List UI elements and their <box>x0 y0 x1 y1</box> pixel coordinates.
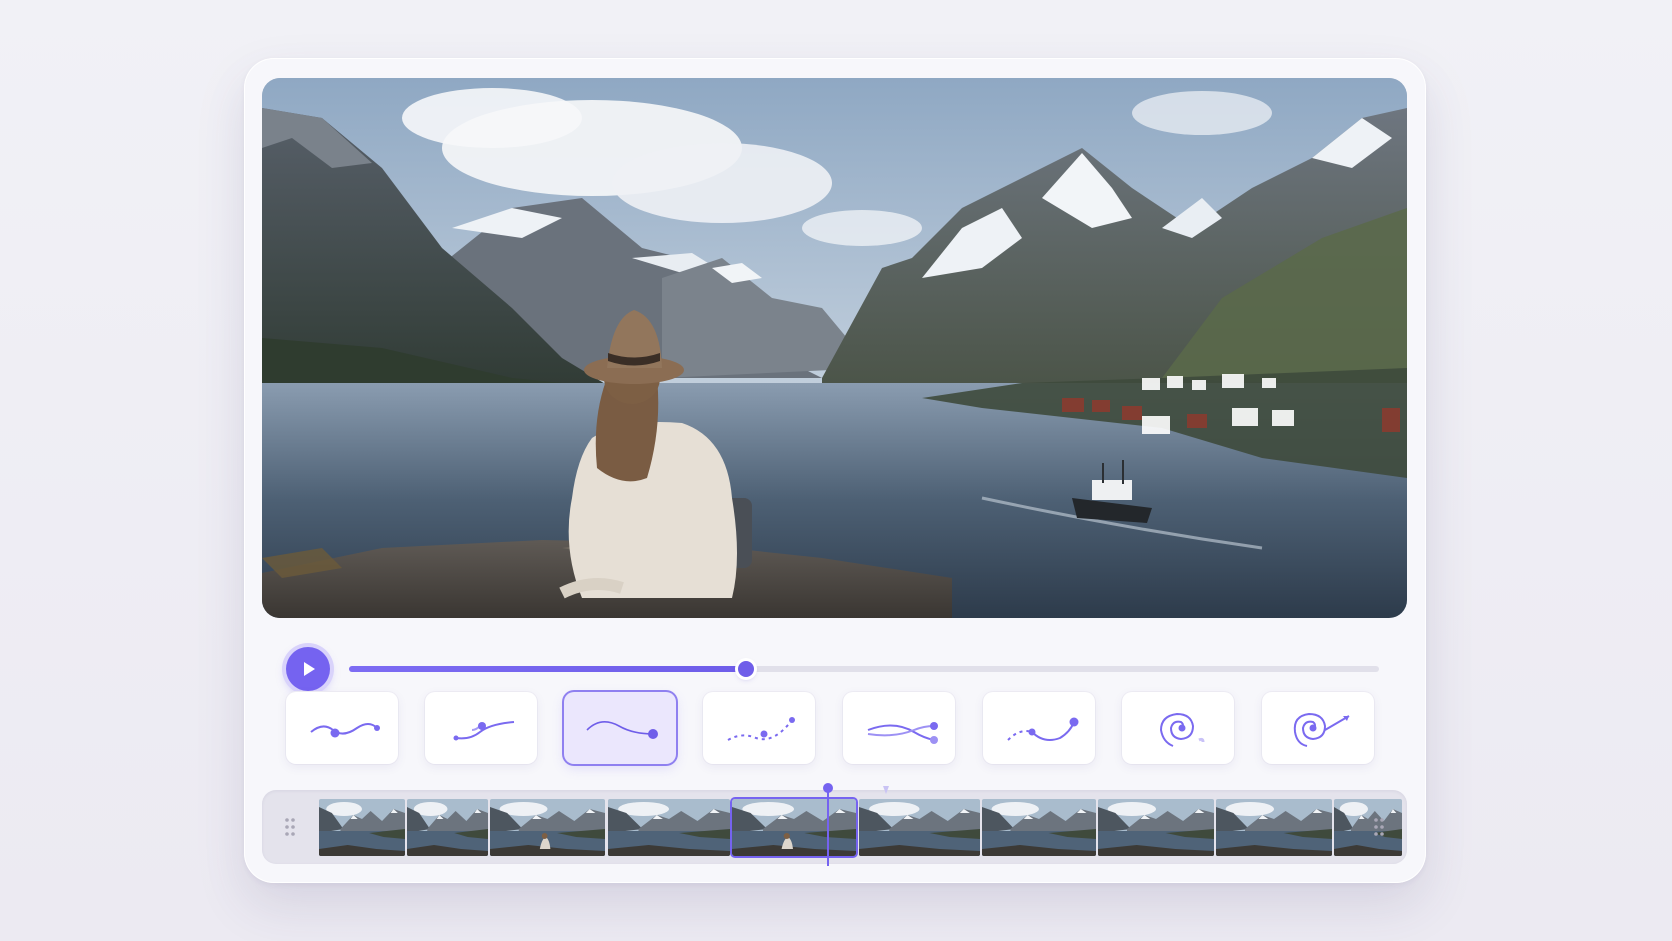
playback-controls <box>244 626 1426 691</box>
left-drag-handle[interactable] <box>284 816 296 838</box>
frame-thumbnail[interactable] <box>1334 799 1402 856</box>
motion-preset-s-curve[interactable] <box>425 692 537 764</box>
s-curve-icon <box>453 721 515 741</box>
frame-thumbnail[interactable] <box>407 799 488 856</box>
play-icon <box>304 662 315 676</box>
right-drag-handle[interactable] <box>1373 816 1385 838</box>
video-editor-card <box>244 58 1426 883</box>
drag-handle-icon <box>1374 818 1384 836</box>
video-preview[interactable] <box>262 78 1407 618</box>
frame-thumbnail[interactable] <box>490 799 605 856</box>
timeline-strip[interactable] <box>262 783 1407 866</box>
frame-thumbnail[interactable] <box>1098 799 1214 856</box>
motion-preset-spiral[interactable] <box>1122 692 1234 764</box>
spiral-out-icon <box>1293 712 1350 747</box>
progress-thumb[interactable] <box>737 661 754 677</box>
frame-thumbnail[interactable] <box>319 799 405 856</box>
marker-icon <box>883 786 889 794</box>
play-button[interactable] <box>286 647 330 691</box>
motion-preset-arc[interactable] <box>564 692 676 764</box>
spiral-icon <box>1159 712 1205 747</box>
frame-thumbnail[interactable] <box>608 799 730 856</box>
wave-curve-icon <box>310 723 380 738</box>
playhead <box>827 788 829 866</box>
arc-curve-icon <box>586 721 658 739</box>
frame-thumbnail[interactable] <box>859 799 980 856</box>
cross-curve-icon <box>867 722 938 744</box>
motion-preset-dotted-rise[interactable] <box>703 692 815 764</box>
current-frame-thumbnail[interactable] <box>732 799 856 856</box>
motion-preset-bar <box>286 692 1386 766</box>
motion-preset-cross-curve[interactable] <box>843 692 955 764</box>
dotted-swoop-icon <box>1007 717 1079 741</box>
motion-preset-dotted-swoop[interactable] <box>983 692 1095 764</box>
dotted-rise-icon <box>727 717 795 741</box>
drag-handle-icon <box>285 818 295 836</box>
video-frame-image <box>262 78 1407 618</box>
playhead-handle[interactable] <box>823 783 833 793</box>
motion-preset-wave[interactable] <box>286 692 398 764</box>
progress-slider[interactable] <box>349 661 1379 677</box>
frame-thumbnail[interactable] <box>1216 799 1332 856</box>
frame-thumbnail[interactable] <box>982 799 1096 856</box>
progress-fill <box>349 666 746 672</box>
motion-preset-spiral-out[interactable] <box>1262 692 1374 764</box>
